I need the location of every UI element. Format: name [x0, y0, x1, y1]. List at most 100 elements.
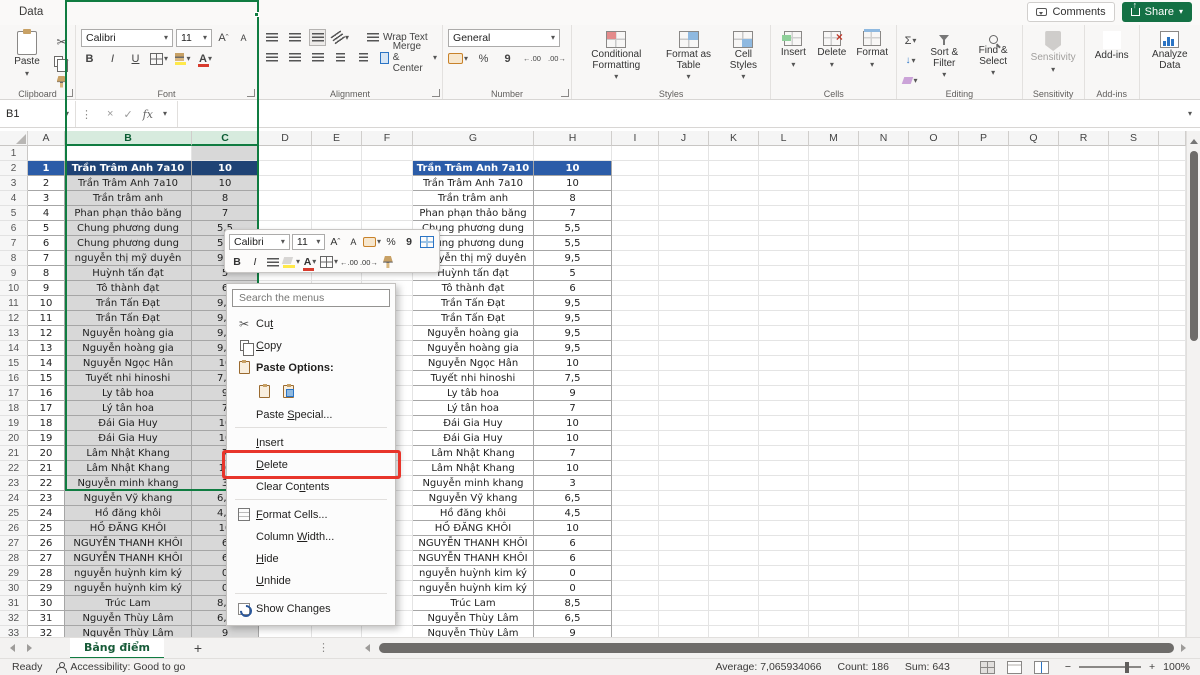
cell-P11[interactable] — [959, 296, 1009, 311]
cell-K8[interactable] — [709, 251, 759, 266]
row-header-23[interactable]: 23 — [0, 476, 28, 491]
paste-button[interactable]: Paste ▾ — [5, 29, 49, 87]
menu-item-paste-options[interactable]: Paste Options: — [229, 358, 393, 377]
cell-H16[interactable]: 7,5 — [534, 371, 612, 386]
cell-B18[interactable]: Lý tân hoa — [65, 401, 192, 416]
cell-J6[interactable] — [659, 221, 709, 236]
cell-B1[interactable] — [65, 146, 192, 161]
cell-Q23[interactable] — [1009, 476, 1059, 491]
cell-partial-19[interactable] — [1159, 416, 1186, 431]
row-header-5[interactable]: 5 — [0, 206, 28, 221]
cell-H3[interactable]: 10 — [534, 176, 612, 191]
page-break-view-button[interactable] — [1034, 661, 1049, 674]
cell-S25[interactable] — [1109, 506, 1159, 521]
cell-Q32[interactable] — [1009, 611, 1059, 626]
cell-partial-23[interactable] — [1159, 476, 1186, 491]
cell-Q1[interactable] — [1009, 146, 1059, 161]
cell-N18[interactable] — [859, 401, 909, 416]
cell-partial-8[interactable] — [1159, 251, 1186, 266]
cell-N23[interactable] — [859, 476, 909, 491]
comments-button[interactable]: Comments — [1027, 2, 1114, 22]
row-header-1[interactable]: 1 — [0, 146, 28, 161]
cell-L21[interactable] — [759, 446, 809, 461]
cell-M15[interactable] — [809, 356, 859, 371]
menu-item-copy[interactable]: Copy — [229, 336, 393, 355]
cell-A29[interactable]: 28 — [28, 566, 65, 581]
cell-Q14[interactable] — [1009, 341, 1059, 356]
cell-H5[interactable]: 7 — [534, 206, 612, 221]
cell-G15[interactable]: Nguyễn Ngọc Hân — [413, 356, 534, 371]
cell-J19[interactable] — [659, 416, 709, 431]
cell-M10[interactable] — [809, 281, 859, 296]
cell-S12[interactable] — [1109, 311, 1159, 326]
cell-H27[interactable]: 6 — [534, 536, 612, 551]
cell-M17[interactable] — [809, 386, 859, 401]
share-button[interactable]: Share ▾ — [1122, 2, 1192, 22]
cell-A24[interactable]: 23 — [28, 491, 65, 506]
cell-B22[interactable]: Lâm Nhật Khang — [65, 461, 192, 476]
number-format-combo[interactable]: General ▾ — [448, 29, 560, 47]
cell-Q6[interactable] — [1009, 221, 1059, 236]
cut-button[interactable]: ✂ — [53, 33, 70, 50]
row-header-32[interactable]: 32 — [0, 611, 28, 626]
cell-R7[interactable] — [1059, 236, 1109, 251]
cell-partial-5[interactable] — [1159, 206, 1186, 221]
cell-L9[interactable] — [759, 266, 809, 281]
cell-B32[interactable]: Nguyễn Thùy Lâm — [65, 611, 192, 626]
cell-L5[interactable] — [759, 206, 809, 221]
cell-partial-22[interactable] — [1159, 461, 1186, 476]
cell-S33[interactable] — [1109, 626, 1159, 637]
cell-P10[interactable] — [959, 281, 1009, 296]
cell-K2[interactable] — [709, 161, 759, 176]
cell-P25[interactable] — [959, 506, 1009, 521]
fill-color-button[interactable]: ▾ — [174, 50, 191, 67]
cell-R1[interactable] — [1059, 146, 1109, 161]
cell-N12[interactable] — [859, 311, 909, 326]
column-header-h[interactable]: H — [534, 131, 612, 146]
cell-O18[interactable] — [909, 401, 959, 416]
cell-partial-27[interactable] — [1159, 536, 1186, 551]
cell-A11[interactable]: 10 — [28, 296, 65, 311]
cell-L29[interactable] — [759, 566, 809, 581]
cell-F5[interactable] — [362, 206, 413, 221]
cell-E4[interactable] — [312, 191, 362, 206]
cell-G25[interactable]: Hồ đăng khôi — [413, 506, 534, 521]
font-dialog-launcher[interactable] — [247, 89, 255, 97]
cell-partial-32[interactable] — [1159, 611, 1186, 626]
cell-S26[interactable] — [1109, 521, 1159, 536]
cell-M28[interactable] — [809, 551, 859, 566]
row-header-30[interactable]: 30 — [0, 581, 28, 596]
cell-P12[interactable] — [959, 311, 1009, 326]
column-header-r[interactable]: R — [1059, 131, 1109, 146]
cell-J22[interactable] — [659, 461, 709, 476]
column-header-g[interactable]: G — [413, 131, 534, 146]
cell-B20[interactable]: Đái Gia Huy — [65, 431, 192, 446]
cell-K21[interactable] — [709, 446, 759, 461]
autosum-button[interactable]: Σ▾ — [902, 32, 919, 49]
cell-S16[interactable] — [1109, 371, 1159, 386]
align-center-button[interactable] — [286, 49, 303, 66]
row-header-26[interactable]: 26 — [0, 521, 28, 536]
cell-Q3[interactable] — [1009, 176, 1059, 191]
mini-bold-button[interactable]: B — [229, 254, 245, 271]
cell-M7[interactable] — [809, 236, 859, 251]
vertical-scrollbar-thumb[interactable] — [1190, 151, 1198, 341]
cell-S2[interactable] — [1109, 161, 1159, 176]
conditional-formatting-button[interactable]: Conditional Formatting ▾ — [577, 29, 656, 87]
cell-G32[interactable]: Nguyễn Thùy Lâm — [413, 611, 534, 626]
sheet-nav-left-icon[interactable] — [6, 644, 15, 652]
cell-R4[interactable] — [1059, 191, 1109, 206]
cell-K1[interactable] — [709, 146, 759, 161]
cell-N20[interactable] — [859, 431, 909, 446]
cell-Q21[interactable] — [1009, 446, 1059, 461]
column-header-e[interactable]: E — [312, 131, 362, 146]
cell-Q26[interactable] — [1009, 521, 1059, 536]
row-header-27[interactable]: 27 — [0, 536, 28, 551]
decrease-indent-button[interactable] — [332, 49, 349, 66]
column-header-p[interactable]: P — [959, 131, 1009, 146]
cell-J15[interactable] — [659, 356, 709, 371]
cell-N21[interactable] — [859, 446, 909, 461]
sheet-nav-right-icon[interactable] — [27, 644, 36, 652]
cell-S20[interactable] — [1109, 431, 1159, 446]
cell-C5[interactable]: 7 — [192, 206, 259, 221]
